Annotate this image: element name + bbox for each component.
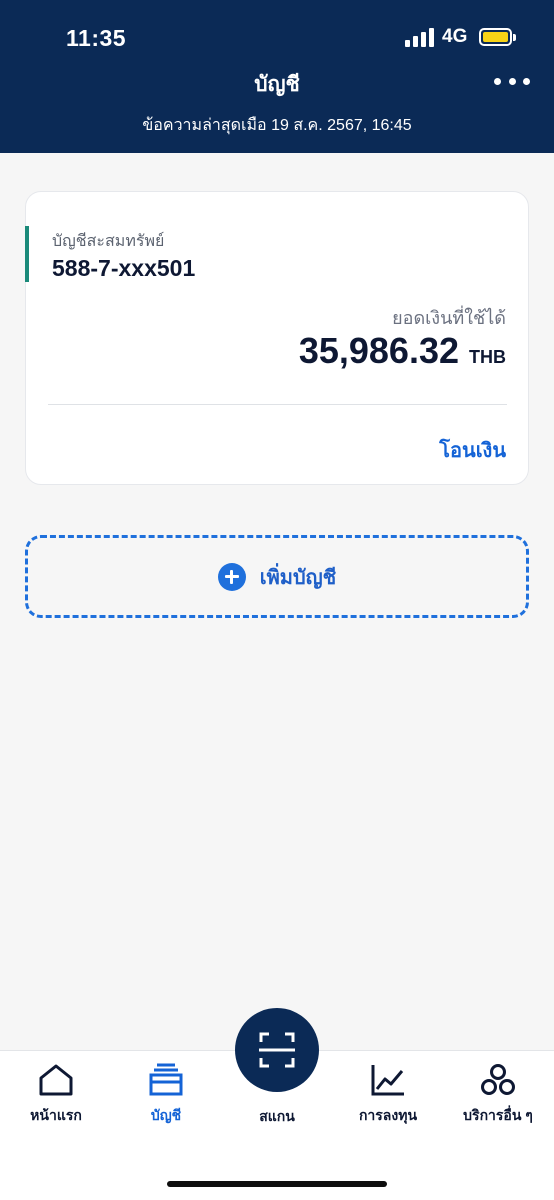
nav-item-investment[interactable]: การลงทุน <box>333 1063 443 1143</box>
last-updated-text: ข้อความล่าสุดเมือ 19 ส.ค. 2567, 16:45 <box>142 117 412 134</box>
nav-label-home: หน้าแรก <box>30 1107 82 1123</box>
nav-item-accounts[interactable]: บัญชี <box>111 1063 221 1143</box>
network-type: 4G <box>442 26 468 47</box>
nav-label-more-services: บริการอื่น ๆ <box>463 1107 533 1123</box>
balance-currency: THB <box>469 347 506 367</box>
status-time: 11:35 <box>66 25 127 51</box>
add-account-label: เพิ่มบัญชี <box>259 566 337 589</box>
scan-icon <box>259 1032 295 1068</box>
app-header: 11:35 4G บัญชี ข้อความล่าสุดเมือ 19 ส.ค.… <box>0 0 554 153</box>
status-bar: 11:35 4G <box>0 0 554 76</box>
wallet-icon <box>149 1063 183 1096</box>
nav-label-investment: การลงทุน <box>358 1107 418 1123</box>
nav-label-scan: สแกน <box>259 1108 295 1124</box>
account-number: 588-7-xxx501 <box>52 255 196 281</box>
signal-icon <box>405 27 435 47</box>
add-account-button[interactable]: เพิ่มบัญชี <box>25 535 529 618</box>
transfer-button[interactable]: โอนเงิน <box>439 434 506 466</box>
home-indicator <box>167 1181 387 1187</box>
line-chart-icon <box>371 1065 404 1096</box>
page-title: บัญชี <box>254 73 300 96</box>
balance-label: ยอดเงินที่ใช้ได้ <box>392 308 506 328</box>
home-icon <box>39 1064 73 1096</box>
more-horizontal-icon[interactable] <box>494 69 530 93</box>
balance-amount: 35,986.32 <box>298 330 459 371</box>
nav-item-more-services[interactable]: บริการอื่น ๆ <box>443 1063 553 1143</box>
balance-row: 35,986.32 THB <box>299 330 506 372</box>
scan-button[interactable] <box>235 1008 319 1092</box>
more-services-icon <box>481 1064 515 1095</box>
account-card[interactable]: บัญชีสะสมทรัพย์ 588-7-xxx501 ยอดเงินที่ใ… <box>25 191 529 485</box>
nav-label-accounts: บัญชี <box>150 1107 182 1123</box>
account-type: บัญชีสะสมทรัพย์ <box>52 233 165 250</box>
card-accent-bar <box>25 226 29 282</box>
nav-item-home[interactable]: หน้าแรก <box>1 1063 111 1143</box>
battery-cap <box>513 34 516 41</box>
card-divider <box>48 404 507 405</box>
battery-icon <box>479 28 512 46</box>
plus-circle-icon <box>217 562 246 591</box>
